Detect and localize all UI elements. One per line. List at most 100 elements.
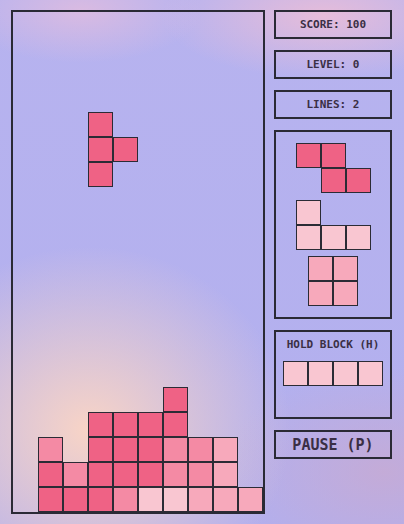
stat-box: SCORE: 100 xyxy=(274,10,392,39)
empty-cell xyxy=(38,62,63,87)
empty-cell xyxy=(63,387,88,412)
empty-cell xyxy=(238,387,263,412)
empty-cell xyxy=(88,387,113,412)
empty-cell xyxy=(163,162,188,187)
empty-cell xyxy=(213,87,238,112)
empty-cell xyxy=(163,112,188,137)
empty-cell xyxy=(113,62,138,87)
empty-cell xyxy=(38,312,63,337)
empty-cell xyxy=(13,212,38,237)
empty-cell xyxy=(13,262,38,287)
empty-cell xyxy=(188,12,213,37)
empty-cell xyxy=(188,112,213,137)
empty-cell xyxy=(138,162,163,187)
empty-cell xyxy=(213,12,238,37)
empty-cell xyxy=(138,312,163,337)
piece-cell xyxy=(296,225,321,250)
empty-cell xyxy=(138,187,163,212)
block-cell xyxy=(88,112,113,137)
empty-cell xyxy=(188,137,213,162)
piece-cell xyxy=(308,281,333,306)
empty-cell xyxy=(213,112,238,137)
piece-cell xyxy=(296,143,321,168)
empty-cell xyxy=(138,12,163,37)
empty-cell xyxy=(296,168,321,193)
block-cell xyxy=(113,462,138,487)
empty-cell xyxy=(38,387,63,412)
empty-cell xyxy=(113,362,138,387)
block-cell xyxy=(113,437,138,462)
empty-cell xyxy=(113,237,138,262)
piece-cell xyxy=(321,143,346,168)
empty-cell xyxy=(213,362,238,387)
empty-cell xyxy=(238,212,263,237)
empty-cell xyxy=(113,312,138,337)
piece-cell xyxy=(296,200,321,225)
empty-cell xyxy=(238,87,263,112)
empty-cell xyxy=(88,62,113,87)
empty-cell xyxy=(188,262,213,287)
piece-cell xyxy=(346,225,371,250)
empty-cell xyxy=(13,37,38,62)
empty-cell xyxy=(346,200,371,225)
empty-cell xyxy=(163,187,188,212)
empty-cell xyxy=(88,37,113,62)
side-panel: SCORE: 100LEVEL: 0LINES: 2HOLD BLOCK (H)… xyxy=(274,10,392,524)
empty-cell xyxy=(63,187,88,212)
empty-cell xyxy=(188,287,213,312)
empty-cell xyxy=(213,162,238,187)
game-screen: SCORE: 100LEVEL: 0LINES: 2HOLD BLOCK (H)… xyxy=(0,0,404,524)
piece-cell xyxy=(321,225,346,250)
empty-cell xyxy=(346,143,371,168)
empty-cell xyxy=(163,237,188,262)
empty-cell xyxy=(13,437,38,462)
empty-cell xyxy=(138,137,163,162)
block-cell xyxy=(113,137,138,162)
empty-cell xyxy=(163,62,188,87)
empty-cell xyxy=(63,262,88,287)
empty-cell xyxy=(163,212,188,237)
empty-cell xyxy=(13,412,38,437)
pause-button[interactable]: PAUSE (P) xyxy=(274,430,392,459)
empty-cell xyxy=(238,37,263,62)
empty-cell xyxy=(188,337,213,362)
empty-cell xyxy=(113,87,138,112)
empty-cell xyxy=(138,262,163,287)
block-cell xyxy=(88,462,113,487)
empty-cell xyxy=(88,262,113,287)
empty-cell xyxy=(138,212,163,237)
empty-cell xyxy=(63,412,88,437)
piece-cell xyxy=(333,256,358,281)
block-cell xyxy=(138,487,163,512)
empty-cell xyxy=(13,287,38,312)
empty-cell xyxy=(163,262,188,287)
empty-cell xyxy=(138,112,163,137)
empty-cell xyxy=(238,237,263,262)
empty-cell xyxy=(13,462,38,487)
empty-cell xyxy=(138,62,163,87)
empty-cell xyxy=(63,287,88,312)
block-cell xyxy=(38,462,63,487)
empty-cell xyxy=(13,137,38,162)
block-cell xyxy=(163,387,188,412)
empty-cell xyxy=(238,262,263,287)
next-piece xyxy=(296,143,371,193)
block-cell xyxy=(38,437,63,462)
empty-cell xyxy=(38,137,63,162)
block-cell xyxy=(188,437,213,462)
empty-cell xyxy=(238,412,263,437)
game-board xyxy=(11,10,265,514)
block-cell xyxy=(113,487,138,512)
empty-cell xyxy=(113,262,138,287)
empty-cell xyxy=(38,37,63,62)
empty-cell xyxy=(138,387,163,412)
hold-block: HOLD BLOCK (H) xyxy=(274,330,392,419)
empty-cell xyxy=(188,237,213,262)
empty-cell xyxy=(163,137,188,162)
empty-cell xyxy=(188,162,213,187)
block-cell xyxy=(238,487,263,512)
empty-cell xyxy=(188,212,213,237)
empty-cell xyxy=(88,312,113,337)
empty-cell xyxy=(13,362,38,387)
empty-cell xyxy=(13,112,38,137)
